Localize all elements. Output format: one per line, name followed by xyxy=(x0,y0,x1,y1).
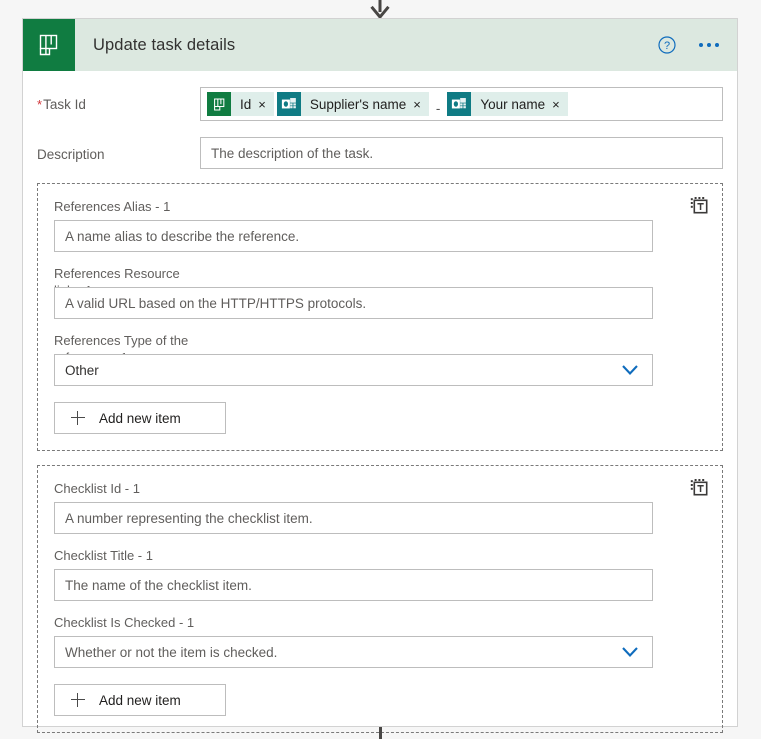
card-header-actions: ? xyxy=(655,19,725,71)
plus-icon xyxy=(71,411,85,425)
required-marker: * xyxy=(37,97,43,112)
field-task-id: *Task Id Id × Supplier's name × - Your n… xyxy=(37,87,723,121)
token-chip-suppliers-name[interactable]: Supplier's name × xyxy=(276,92,429,116)
svg-text:?: ? xyxy=(664,40,670,52)
field-label-references-resource-link: References Resource link - 1 xyxy=(54,266,180,298)
field-label-references-type: References Type of the reference - 1 xyxy=(54,333,189,365)
references-alias-input[interactable]: A name alias to describe the reference. xyxy=(54,220,653,252)
checklist-title-input[interactable]: The name of the checklist item. xyxy=(54,569,653,601)
checklist-add-new-item-button[interactable]: Add new item xyxy=(54,684,226,716)
field-label-task-id: *Task Id xyxy=(37,87,200,112)
references-add-new-item-label: Add new item xyxy=(99,410,181,426)
field-checklist-id: Checklist Id - 1 A number representing t… xyxy=(54,480,706,534)
token-chip-label: Your name xyxy=(480,96,546,112)
token-separator: - xyxy=(435,101,441,116)
field-label-checklist-is-checked: Checklist Is Checked - 1 xyxy=(54,615,195,630)
field-label-checklist-title: Checklist Title - 1 xyxy=(54,548,153,563)
checklist-id-input[interactable]: A number representing the checklist item… xyxy=(54,502,653,534)
checklist-is-checked-select[interactable]: Whether or not the item is checked. xyxy=(54,636,653,668)
token-remove-icon[interactable]: × xyxy=(413,97,429,112)
token-chip-id[interactable]: Id × xyxy=(207,92,274,116)
checklist-add-new-item-label: Add new item xyxy=(99,692,181,708)
token-chip-label: Supplier's name xyxy=(309,96,407,112)
flow-designer-canvas: Update task details ? *Task Id Id × Supp… xyxy=(0,0,761,739)
card-header[interactable]: Update task details ? xyxy=(23,19,737,71)
outgoing-connector xyxy=(379,727,382,739)
card-title: Update task details xyxy=(93,35,236,54)
token-chip-your-name[interactable]: Your name × xyxy=(447,92,568,116)
references-type-value: Other xyxy=(65,362,99,378)
references-alias-placeholder: A name alias to describe the reference. xyxy=(65,228,300,244)
references-resource-link-input[interactable]: A valid URL based on the HTTP/HTTPS prot… xyxy=(54,287,653,319)
help-circle-icon[interactable]: ? xyxy=(655,33,679,57)
field-references-resource-link: References Resource link - 1 A valid URL… xyxy=(54,265,706,319)
incoming-connector xyxy=(0,0,761,20)
checklist-is-checked-placeholder: Whether or not the item is checked. xyxy=(65,644,278,660)
card-body: *Task Id Id × Supplier's name × - Your n… xyxy=(23,87,737,733)
checklist-group: Checklist Id - 1 A number representing t… xyxy=(37,465,723,733)
token-remove-icon[interactable]: × xyxy=(552,97,568,112)
field-checklist-title: Checklist Title - 1 The name of the chec… xyxy=(54,547,706,601)
action-card[interactable]: Update task details ? *Task Id Id × Supp… xyxy=(22,18,738,733)
field-label-references-alias: References Alias - 1 xyxy=(54,199,171,214)
field-references-type: References Type of the reference - 1 Oth… xyxy=(54,332,706,386)
task-id-token-input[interactable]: Id × Supplier's name × - Your name × xyxy=(200,87,723,121)
chevron-down-icon[interactable] xyxy=(620,363,642,377)
references-type-select[interactable]: Other xyxy=(54,354,653,386)
references-resource-link-placeholder: A valid URL based on the HTTP/HTTPS prot… xyxy=(65,295,367,311)
checklist-title-placeholder: The name of the checklist item. xyxy=(65,577,252,593)
description-input[interactable]: The description of the task. xyxy=(200,137,723,169)
field-checklist-is-checked: Checklist Is Checked - 1 Whether or not … xyxy=(54,614,706,668)
references-group: References Alias - 1 A name alias to des… xyxy=(37,183,723,451)
token-remove-icon[interactable]: × xyxy=(258,97,274,112)
chevron-down-icon[interactable] xyxy=(620,645,642,659)
planner-icon xyxy=(207,92,231,116)
task-id-label-text: Task Id xyxy=(43,97,86,112)
field-references-alias: References Alias - 1 A name alias to des… xyxy=(54,198,706,252)
plus-icon xyxy=(71,693,85,707)
field-label-checklist-id: Checklist Id - 1 xyxy=(54,481,140,496)
token-chip-label: Id xyxy=(240,96,252,112)
outlook-icon xyxy=(276,92,301,116)
references-add-new-item-button[interactable]: Add new item xyxy=(54,402,226,434)
field-description: Description The description of the task. xyxy=(37,137,723,169)
field-label-description: Description xyxy=(37,147,105,162)
outlook-icon xyxy=(447,92,472,116)
ellipsis-icon[interactable] xyxy=(693,33,725,57)
planner-icon xyxy=(23,19,75,71)
checklist-id-placeholder: A number representing the checklist item… xyxy=(65,510,313,526)
